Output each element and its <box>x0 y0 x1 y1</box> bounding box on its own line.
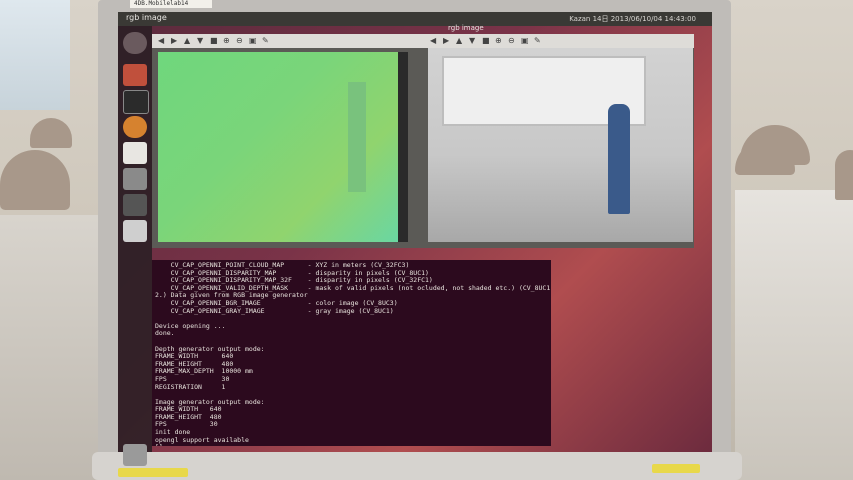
depth-image-window[interactable]: ◀ ▶ ▲ ▼ ■ ⊕ ⊖ ▣ ✎ <box>152 34 424 248</box>
monitor-app-icon[interactable] <box>123 194 147 216</box>
zoom-fit-icon[interactable]: ■ <box>210 37 218 45</box>
sticker <box>652 464 700 473</box>
panel-status[interactable]: Kazan 14日 2013/06/10/04 14:43:00 <box>569 14 696 24</box>
laptop-screen: rgb image Kazan 14日 2013/06/10/04 14:43:… <box>118 12 712 466</box>
chair <box>835 150 853 200</box>
properties-icon[interactable]: ✎ <box>262 37 270 45</box>
laptop-base <box>92 452 742 480</box>
terminal-line: done. <box>155 329 175 338</box>
pan-right-icon[interactable]: ▶ <box>171 37 179 45</box>
save-icon[interactable]: ▣ <box>249 37 257 45</box>
rgb-camera-image <box>428 48 693 242</box>
save-icon[interactable]: ▣ <box>521 37 529 45</box>
terminal-output[interactable]: CV_CAP_OPENNI_POINT_CLOUD_MAP - XYZ in m… <box>152 260 551 446</box>
zoom-in-icon[interactable]: ⊕ <box>495 37 503 45</box>
rgb-toolbar: ◀ ▶ ▲ ▼ ■ ⊕ ⊖ ▣ ✎ <box>424 34 694 48</box>
unity-launcher <box>118 26 152 466</box>
zoom-in-icon[interactable]: ⊕ <box>223 37 231 45</box>
desk-right <box>735 190 853 480</box>
pan-down-icon[interactable]: ▼ <box>197 37 205 45</box>
terminal-line: Device opening ... <box>155 321 226 330</box>
zoom-out-icon[interactable]: ⊖ <box>508 37 516 45</box>
document-app-icon[interactable] <box>123 142 147 164</box>
trash-icon[interactable] <box>123 444 147 466</box>
sticker <box>118 468 188 477</box>
desk-left <box>0 215 100 480</box>
rgb-image-window[interactable]: ◀ ▶ ▲ ▼ ■ ⊕ ⊖ ▣ ✎ rgb image <box>424 24 694 248</box>
properties-icon[interactable]: ✎ <box>534 37 542 45</box>
zoom-fit-icon[interactable]: ■ <box>482 37 490 45</box>
depth-toolbar: ◀ ▶ ▲ ▼ ■ ⊕ ⊖ ▣ ✎ <box>152 34 424 48</box>
asset-tag-label: 4DB.Mobilelab14 <box>130 0 212 8</box>
person-silhouette <box>348 82 366 192</box>
drive-app-icon[interactable] <box>123 220 147 242</box>
help-app-icon[interactable] <box>123 168 147 190</box>
top-panel: rgb image Kazan 14日 2013/06/10/04 14:43:… <box>118 12 712 26</box>
pan-up-icon[interactable]: ▲ <box>184 37 192 45</box>
person <box>608 104 630 214</box>
depth-map-image <box>158 52 408 242</box>
terminal-app-icon[interactable] <box>123 90 149 114</box>
active-window-title: rgb image <box>126 13 167 22</box>
rgb-window-title: rgb image <box>448 24 484 32</box>
firefox-app-icon[interactable] <box>123 116 147 138</box>
files-app-icon[interactable] <box>123 64 147 86</box>
depth-shadow <box>398 52 408 242</box>
terminal-line: REGISTRATION 1 <box>155 382 226 391</box>
pan-left-icon[interactable]: ◀ <box>430 37 438 45</box>
terminal-line: [] <box>155 444 551 446</box>
terminal-line: opengl support available <box>155 435 249 444</box>
pan-up-icon[interactable]: ▲ <box>456 37 464 45</box>
terminal-line: CV_CAP_OPENNI_GRAY_IMAGE - gray image (C… <box>155 306 394 315</box>
pan-down-icon[interactable]: ▼ <box>469 37 477 45</box>
zoom-out-icon[interactable]: ⊖ <box>236 37 244 45</box>
classroom-window <box>0 0 70 110</box>
pan-left-icon[interactable]: ◀ <box>158 37 166 45</box>
terminal-line: FPS 30 <box>155 420 218 429</box>
pan-right-icon[interactable]: ▶ <box>443 37 451 45</box>
dash-home-icon[interactable] <box>123 32 147 54</box>
